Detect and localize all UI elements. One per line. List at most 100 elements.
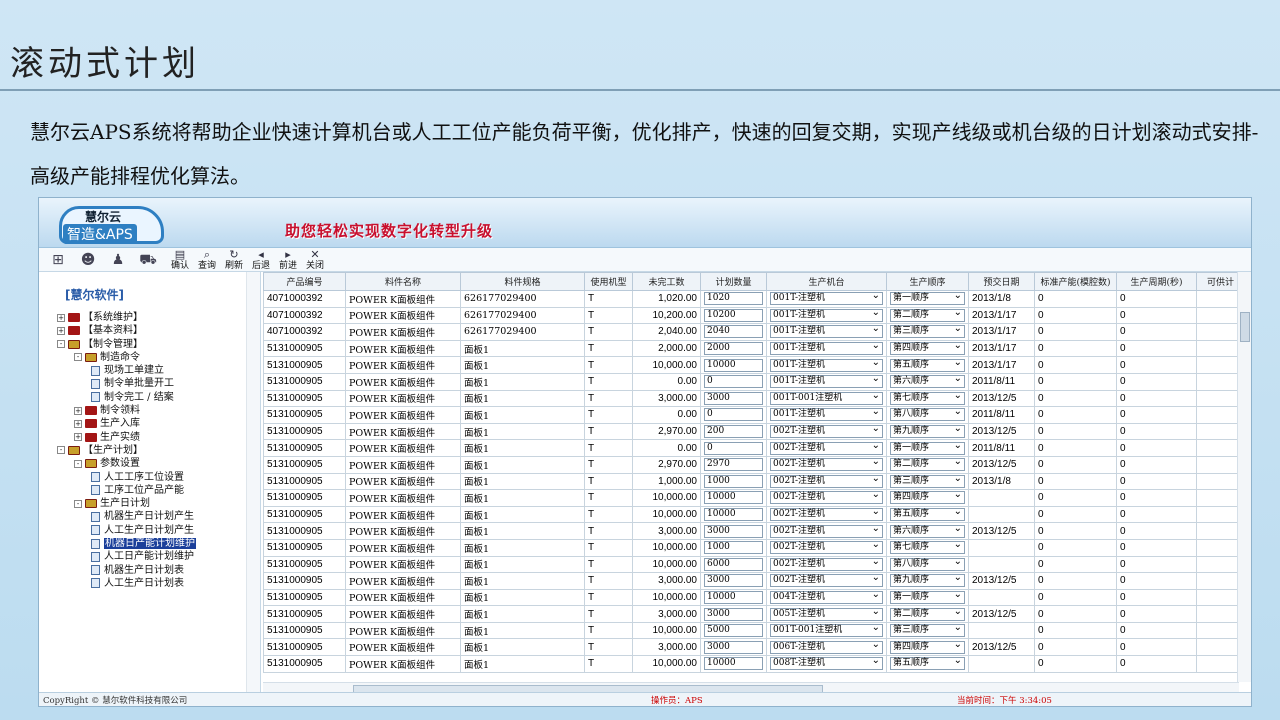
sequence-select[interactable]: 第一顺序 (890, 441, 965, 455)
plan-qty-input[interactable]: 0 (704, 441, 763, 455)
table-row[interactable]: 5131000905 POWER K面板组件 面板1 T 3,000.00 3000 006… (263, 638, 1245, 657)
sequence-select[interactable]: 第三顺序 (890, 474, 965, 488)
sequence-select[interactable]: 第四顺序 (890, 640, 965, 654)
machine-select[interactable]: 002T-注塑机 (770, 557, 883, 571)
sequence-select[interactable]: 第二顺序 (890, 607, 965, 621)
sequence-select[interactable]: 第一顺序 (890, 590, 965, 604)
table-row[interactable]: 5131000905 POWER K面板组件 面板1 T 10,000.00 5000 00… (263, 621, 1245, 640)
tree-node[interactable]: 制令完工 / 结案 (39, 391, 260, 404)
scroll-thumb[interactable] (1240, 312, 1250, 342)
plan-qty-input[interactable]: 10000 (704, 358, 763, 372)
plan-qty-input[interactable]: 10000 (704, 590, 763, 604)
expand-icon[interactable]: + (57, 326, 65, 335)
machine-select[interactable]: 002T-注塑机 (770, 540, 883, 555)
machine-select[interactable]: 006T-注塑机 (770, 640, 883, 654)
machine-select[interactable]: 001T-注塑机 (770, 358, 883, 372)
plan-qty-input[interactable]: 3000 (704, 607, 763, 621)
machine-select[interactable]: 001T-注塑机 (770, 374, 883, 389)
table-row[interactable]: 5131000905 POWER K面板组件 面板1 T 2,000.00 2000 001… (263, 339, 1245, 358)
tree-scrollbar[interactable] (246, 272, 260, 692)
column-header[interactable]: 预交日期 (968, 272, 1035, 291)
plan-qty-input[interactable]: 1000 (704, 541, 763, 555)
tree-toggle-icon[interactable]: ⊞ (47, 250, 69, 270)
machine-select[interactable]: 001T-001注塑机 (770, 623, 883, 638)
tree-node[interactable]: + 生产实绩 (39, 431, 260, 444)
machine-select[interactable]: 002T-注塑机 (770, 441, 883, 455)
table-row[interactable]: 5131000905 POWER K面板组件 面板1 T 1,000.00 1000 002… (263, 472, 1245, 491)
sequence-select[interactable]: 第六顺序 (890, 524, 965, 538)
column-header[interactable]: 料件规格 (460, 272, 585, 291)
tree-node[interactable]: - 制造命令 (39, 351, 260, 364)
tree-node[interactable]: 人工生产日计划表 (39, 577, 260, 590)
table-row[interactable]: 5131000905 POWER K面板组件 面板1 T 2,970.00 2970 002… (263, 455, 1245, 474)
plan-qty-input[interactable]: 200 (704, 425, 763, 439)
table-row[interactable]: 4071000392 POWER K面板组件 626177029400 T 2,040.… (263, 323, 1245, 341)
tree-node[interactable]: 人工生产日计划产生 (39, 524, 260, 537)
toolbar-button[interactable]: ↻ 刷新 (221, 248, 247, 271)
tree-node[interactable]: + 生产入库 (39, 417, 260, 430)
machine-select[interactable]: 002T-注塑机 (770, 474, 883, 488)
expand-icon[interactable]: + (74, 419, 82, 428)
table-row[interactable]: 5131000905 POWER K面板组件 面板1 T 2,970.00 200 002T… (263, 422, 1245, 441)
sequence-select[interactable]: 第九顺序 (890, 424, 965, 439)
table-row[interactable]: 5131000905POWER K面板组件面板1T10,000.0010000 0… (263, 505, 1245, 524)
column-header[interactable]: 使用机型 (584, 272, 633, 291)
tree-node[interactable]: 人工日产能计划维护 (39, 550, 260, 563)
expand-icon[interactable]: + (57, 313, 65, 322)
sequence-select[interactable]: 第三顺序 (890, 623, 965, 638)
collapse-icon[interactable]: - (74, 353, 82, 362)
machine-select[interactable]: 002T-注塑机 (770, 574, 883, 588)
plan-qty-input[interactable]: 1000 (704, 474, 763, 488)
grid-vertical-scrollbar[interactable] (1237, 272, 1251, 682)
column-header[interactable]: 生产机台 (766, 272, 887, 291)
sequence-select[interactable]: 第四顺序 (890, 491, 965, 505)
sequence-select[interactable]: 第五顺序 (890, 507, 965, 522)
toolbar-button[interactable]: ✕ 关闭 (302, 248, 328, 271)
tree-node[interactable]: - 【制令管理】 (39, 338, 260, 351)
sequence-select[interactable]: 第五顺序 (890, 657, 965, 671)
table-row[interactable]: 5131000905 POWER K面板组件 面板1 T 3,000.00 3000 005… (263, 605, 1245, 623)
tree-node[interactable]: 机器日产能计划维护 (39, 537, 260, 550)
table-row[interactable]: 4071000392 POWER K面板组件 626177029400 T 1,020.… (263, 290, 1245, 308)
column-header[interactable]: 生产顺序 (886, 272, 969, 291)
sequence-select[interactable]: 第三顺序 (890, 325, 965, 339)
tree-node[interactable]: 制令单批量开工 (39, 377, 260, 390)
tree-node[interactable]: + 制令领料 (39, 404, 260, 417)
sequence-select[interactable]: 第八顺序 (890, 557, 965, 571)
table-row[interactable]: 4071000392 POWER K面板组件 626177029400 T 10,200… (263, 306, 1245, 325)
plan-qty-input[interactable]: 10000 (704, 657, 763, 671)
plan-qty-input[interactable]: 0 (704, 408, 763, 422)
collapse-icon[interactable]: - (74, 459, 82, 468)
table-row[interactable]: 5131000905POWER K面板组件面板1T10,000.0010000 0… (263, 489, 1245, 507)
plan-qty-input[interactable]: 10000 (704, 508, 763, 522)
plan-qty-input[interactable]: 2040 (704, 325, 763, 339)
column-header[interactable]: 未完工数 (632, 272, 701, 291)
machine-select[interactable]: 002T-注塑机 (770, 507, 883, 522)
sequence-select[interactable]: 第五顺序 (890, 358, 965, 372)
tree-node[interactable]: + 【基本资料】 (39, 324, 260, 337)
machine-select[interactable]: 001T-注塑机 (770, 325, 883, 339)
column-header[interactable]: 生产周期(秒) (1116, 272, 1197, 291)
toolbar-button[interactable]: ◂ 后退 (248, 248, 274, 271)
machine-select[interactable]: 001T-注塑机 (770, 408, 883, 422)
tree-node[interactable]: + 【系统维护】 (39, 311, 260, 324)
column-header[interactable]: 产品编号 (263, 272, 346, 291)
tree-node[interactable]: 现场工单建立 (39, 364, 260, 377)
plan-qty-input[interactable]: 3000 (704, 391, 763, 405)
table-row[interactable]: 5131000905POWER K面板组件面板1T0.000001T-注塑机第六… (263, 372, 1245, 391)
column-header[interactable]: 标准产能(模腔数) (1034, 272, 1117, 291)
table-row[interactable]: 5131000905POWER K面板组件面板1T0.000002T-注塑机第一… (263, 439, 1245, 457)
tree-node[interactable]: - 生产日计划 (39, 497, 260, 510)
expand-icon[interactable]: + (74, 433, 82, 442)
toolbar-button[interactable]: ▸ 前进 (275, 248, 301, 271)
sequence-select[interactable]: 第九顺序 (890, 574, 965, 588)
collapse-icon[interactable]: - (57, 446, 65, 455)
table-row[interactable]: 5131000905POWER K面板组件面板1T0.000001T-注塑机第八… (263, 406, 1245, 424)
plan-qty-input[interactable]: 5000 (704, 624, 763, 638)
table-row[interactable]: 5131000905POWER K面板组件面板1T10,000.0010000 0… (263, 356, 1245, 374)
car-icon[interactable]: ⛟ (137, 250, 159, 270)
users-icon[interactable]: ☻ (77, 250, 99, 270)
sequence-select[interactable]: 第二顺序 (890, 457, 965, 472)
tree-node[interactable]: 机器生产日计划表 (39, 564, 260, 577)
plan-qty-input[interactable]: 3000 (704, 574, 763, 588)
